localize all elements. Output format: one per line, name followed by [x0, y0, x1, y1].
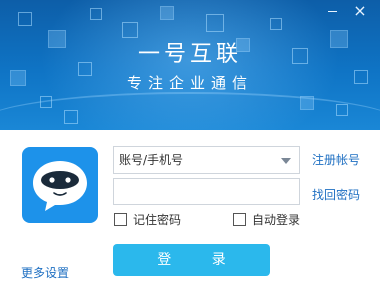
banner-decor-square [18, 12, 32, 26]
header-banner: 一号互联 专注企业通信 × [0, 0, 380, 130]
more-settings-link[interactable]: 更多设置 [21, 264, 69, 281]
minimize-icon [327, 10, 337, 12]
remember-password-label: 记住密码 [133, 213, 182, 227]
chat-bubble-face-icon [33, 161, 87, 211]
banner-decor-square [90, 8, 102, 20]
minimize-button[interactable] [318, 0, 346, 22]
checkbox-box[interactable] [233, 213, 246, 226]
login-button[interactable]: 登 录 [113, 244, 270, 276]
find-password-link[interactable]: 找回密码 [312, 186, 360, 203]
register-account-link[interactable]: 注册帐号 [312, 151, 360, 168]
remember-password-checkbox[interactable]: 记住密码 [114, 211, 181, 228]
checkbox-box[interactable] [114, 213, 127, 226]
login-window: 一号互联 专注企业通信 × 注册帐号 找回密码 记住密码 自动登录 登 录 更多… [0, 0, 380, 294]
password-input[interactable] [114, 179, 274, 204]
auto-login-label: 自动登录 [252, 213, 301, 227]
close-button[interactable]: × [346, 0, 374, 22]
auto-login-checkbox[interactable]: 自动登录 [233, 211, 300, 228]
password-field[interactable] [113, 178, 300, 205]
banner-decor-square [270, 18, 282, 30]
app-logo-avatar [22, 147, 98, 223]
banner-decor-square [160, 6, 174, 20]
app-title: 一号互联 [137, 42, 242, 67]
banner-decor-square [206, 14, 224, 32]
account-input[interactable] [114, 147, 274, 173]
account-combobox[interactable] [113, 146, 300, 174]
app-subtitle: 专注企业通信 [126, 74, 253, 92]
dropdown-arrow-icon[interactable] [281, 158, 291, 164]
